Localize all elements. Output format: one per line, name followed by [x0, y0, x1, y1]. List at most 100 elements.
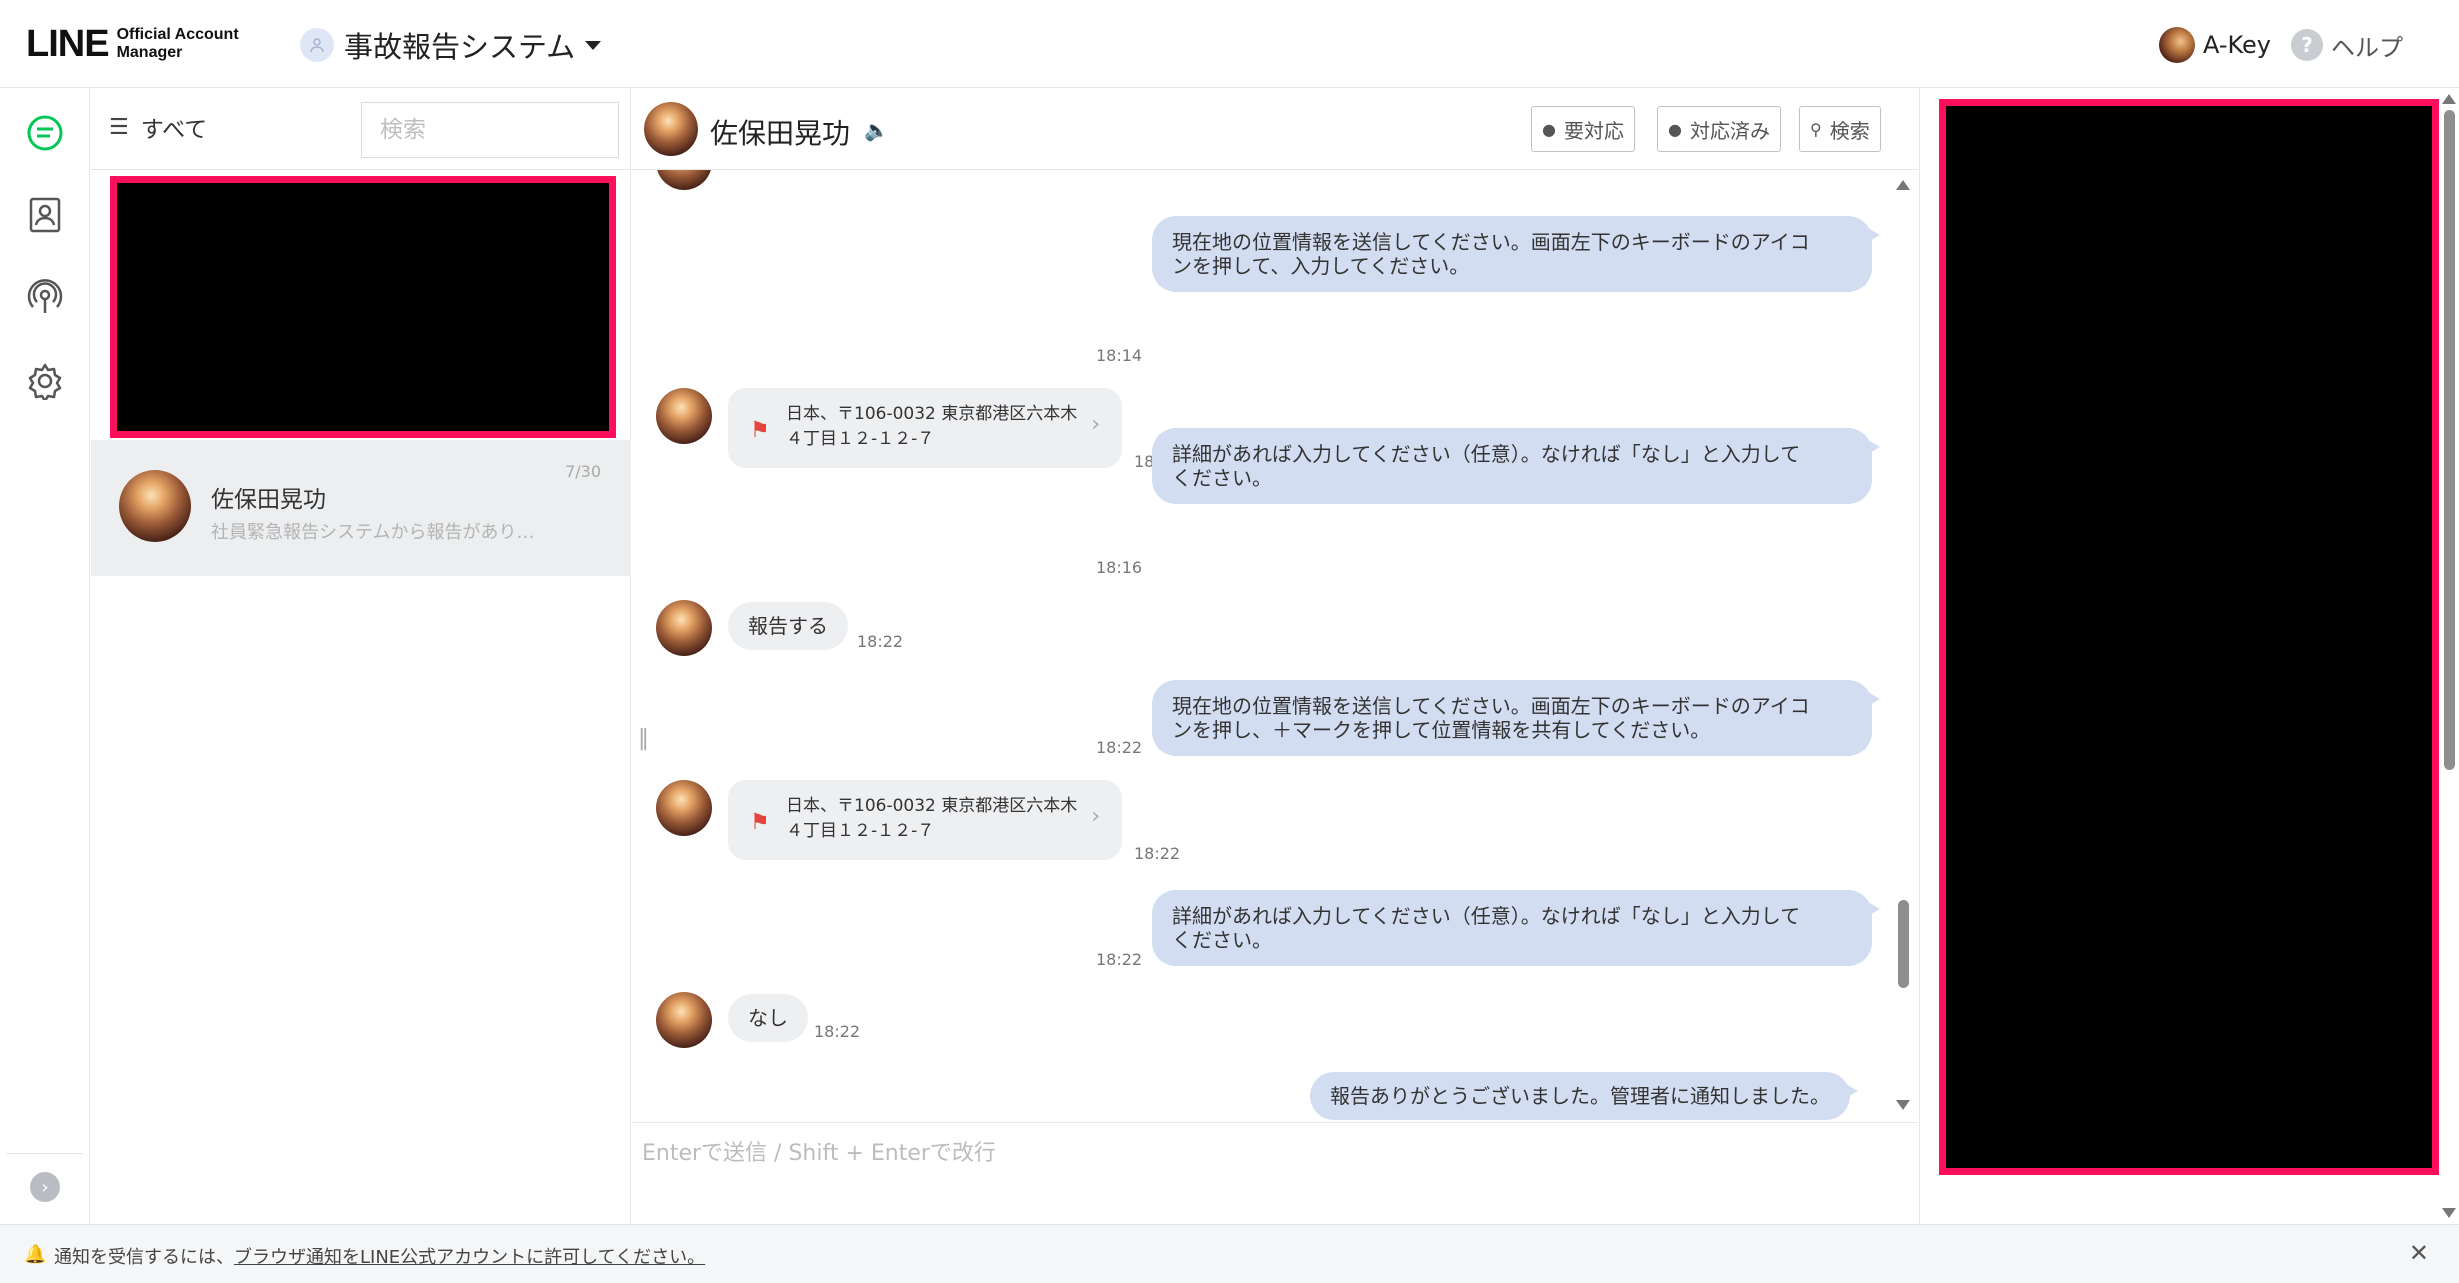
chat-search-input[interactable]: [361, 102, 619, 158]
message-line: 現在地の位置情報を送信してください。画面左下のキーボードのアイコ: [1172, 694, 1810, 718]
close-icon[interactable]: ✕: [2409, 1239, 2429, 1267]
location-address: 日本、〒106-0032 東京都港区六本木 ４丁目１２-１２-７: [786, 794, 1077, 844]
chevron-right-icon: ›: [1091, 804, 1100, 829]
line-oa-logo[interactable]: LINE Official Account Manager: [26, 22, 239, 66]
location-line: ４丁目１２-１２-７: [786, 821, 935, 841]
incoming-message: なし: [728, 994, 808, 1042]
help-icon[interactable]: ?: [2291, 29, 2323, 61]
message-time: 18:22: [1096, 738, 1143, 757]
scroll-thumb[interactable]: [1898, 900, 1909, 988]
conversation-panel: 佐保田晃功 🔈 ● 要対応 ● 対応済み ⚲ 検索 現在地の位置情報を送信してください…: [632, 88, 1918, 1283]
check-bubble-icon: ●: [1668, 119, 1682, 139]
broadcast-icon[interactable]: [20, 272, 70, 322]
avatar: [656, 780, 712, 836]
avatar[interactable]: [644, 102, 698, 156]
conversation-title[interactable]: 佐保田晃功: [710, 112, 850, 152]
notice-prefix: 通知を受信するには、: [54, 1247, 234, 1268]
message-time: 18:22: [1096, 950, 1143, 969]
user-avatar[interactable]: [2158, 27, 2195, 63]
avatar: [119, 470, 191, 542]
nav-divider: [6, 1153, 83, 1154]
redacted-region: [1939, 99, 2439, 1175]
needs-action-button[interactable]: ● 要対応: [1531, 106, 1635, 152]
incoming-message: 報告する: [728, 602, 848, 650]
message-time: 18:14: [1096, 346, 1143, 365]
scroll-thumb[interactable]: [2444, 110, 2455, 770]
outgoing-message: 報告ありがとうございました。管理者に通知しました。: [1310, 1072, 1858, 1120]
resolved-button[interactable]: ● 対応済み: [1657, 106, 1781, 152]
filter-label: すべて: [140, 117, 208, 143]
flag-icon: ⚑: [750, 418, 770, 443]
message-line: 詳細があれば入力してください（任意）。なければ「なし」と入力して: [1172, 904, 1801, 928]
message-time: 18:22: [857, 632, 904, 651]
message-line: ください。: [1172, 466, 1272, 490]
menu-icon: ☰: [109, 114, 129, 140]
message-time: 18:22: [1134, 844, 1181, 863]
filter-dropdown[interactable]: ☰ すべて: [109, 110, 207, 144]
message-line: ください。: [1172, 928, 1272, 952]
avatar: [656, 600, 712, 656]
chat-list-item-preview: 社員緊急報告システムから報告があり…: [211, 522, 535, 543]
bell-icon: 🔔: [24, 1244, 47, 1265]
location-card[interactable]: ⚑ 日本、〒106-0032 東京都港区六本木 ４丁目１２-１２-７ ›: [728, 780, 1122, 860]
top-header: LINE Official Account Manager 事故報告システム A…: [0, 0, 2459, 88]
right-detail-panel: [1919, 88, 2459, 1224]
chat-icon[interactable]: [20, 108, 70, 158]
message-scrollbar[interactable]: [1896, 180, 1910, 1110]
chevron-right-icon: ›: [1091, 412, 1100, 437]
resize-handle[interactable]: ‖: [638, 726, 649, 751]
avatar: [656, 992, 712, 1048]
user-area: A-Key ? ヘルプ: [2158, 24, 2459, 66]
location-line: ４丁目１２-１２-７: [786, 429, 935, 449]
settings-icon[interactable]: [20, 356, 70, 406]
browser-notification-link[interactable]: ブラウザ通知をLINE公式アカウントに許可してください。: [234, 1247, 705, 1268]
location-address: 日本、〒106-0032 東京都港区六本木 ４丁目１２-１２-７: [786, 402, 1077, 452]
message-time: 18:16: [1096, 558, 1143, 577]
chat-list-header: ☰ すべて: [91, 88, 631, 170]
account-switcher[interactable]: 事故報告システム: [300, 24, 602, 66]
expand-nav-icon[interactable]: ›: [30, 1172, 60, 1202]
conversation-header: 佐保田晃功 🔈 ● 要対応 ● 対応済み ⚲ 検索: [632, 88, 1918, 170]
notification-banner: 🔔 通知を受信するには、ブラウザ通知をLINE公式アカウントに許可してください。…: [0, 1224, 2459, 1283]
outgoing-message: 詳細があれば入力してください（任意）。なければ「なし」と入力して ください。: [1152, 890, 1880, 966]
left-nav: ›: [0, 88, 90, 1224]
help-link[interactable]: ヘルプ: [2331, 28, 2403, 63]
message-area: 現在地の位置情報を送信してください。画面左下のキーボードのアイコ ンを押して、入…: [632, 170, 1918, 1122]
chat-list-item-name: 佐保田晃功: [211, 487, 326, 513]
location-line: 日本、〒106-0032 東京都港区六本木: [786, 404, 1078, 424]
outgoing-message: 現在地の位置情報を送信してください。画面左下のキーボードのアイコ ンを押し、＋マ…: [1152, 680, 1880, 756]
search-button[interactable]: ⚲ 検索: [1799, 106, 1881, 152]
scroll-up-arrow[interactable]: [1896, 180, 1910, 190]
notice-text: 通知を受信するには、ブラウザ通知をLINE公式アカウントに許可してください。: [54, 1243, 705, 1269]
message-time: 18:22: [814, 1022, 861, 1041]
search-label: 検索: [1829, 118, 1870, 143]
chevron-down-icon: [585, 40, 602, 50]
scroll-down-arrow[interactable]: [1896, 1100, 1910, 1110]
avatar: [656, 170, 712, 190]
search-icon: ⚲: [1810, 119, 1822, 139]
scroll-up-arrow[interactable]: [2442, 94, 2456, 104]
user-name[interactable]: A-Key: [2203, 31, 2271, 59]
message-input[interactable]: [642, 1135, 1882, 1225]
outgoing-message: 詳細があれば入力してください（任意）。なければ「なし」と入力して ください。: [1152, 428, 1880, 504]
location-line: 日本、〒106-0032 東京都港区六本木: [786, 796, 1078, 816]
needs-action-label: 要対応: [1563, 118, 1624, 143]
account-name: 事故報告システム: [344, 30, 576, 64]
message-line: 詳細があれば入力してください（任意）。なければ「なし」と入力して: [1172, 442, 1801, 466]
right-panel-scrollbar[interactable]: [2441, 94, 2457, 1218]
outgoing-message: 現在地の位置情報を送信してください。画面左下のキーボードのアイコ ンを押して、入…: [1152, 216, 1880, 292]
tag-icon: ●: [1542, 119, 1556, 139]
scroll-down-arrow[interactable]: [2442, 1208, 2456, 1218]
account-avatar-icon: [300, 28, 334, 62]
redacted-region: [110, 176, 616, 438]
location-card[interactable]: ⚑ 日本、〒106-0032 東京都港区六本木 ４丁目１２-１２-７ ›: [728, 388, 1122, 468]
chat-list-item-date: 7/30: [565, 462, 601, 481]
contacts-icon[interactable]: [20, 190, 70, 240]
resolved-label: 対応済み: [1689, 118, 1770, 143]
chat-list-item[interactable]: 佐保田晃功 社員緊急報告システムから報告があり… 7/30: [91, 440, 631, 576]
logo-subtitle-line-2: Manager: [116, 44, 183, 61]
speaker-icon[interactable]: 🔈: [864, 118, 889, 142]
message-line: ンを押して、入力してください。: [1172, 254, 1470, 278]
chat-list-panel: ☰ すべて 佐保田晃功 社員緊急報告システムから報告があり… 7/30: [91, 88, 631, 1224]
flag-icon: ⚑: [750, 810, 770, 835]
